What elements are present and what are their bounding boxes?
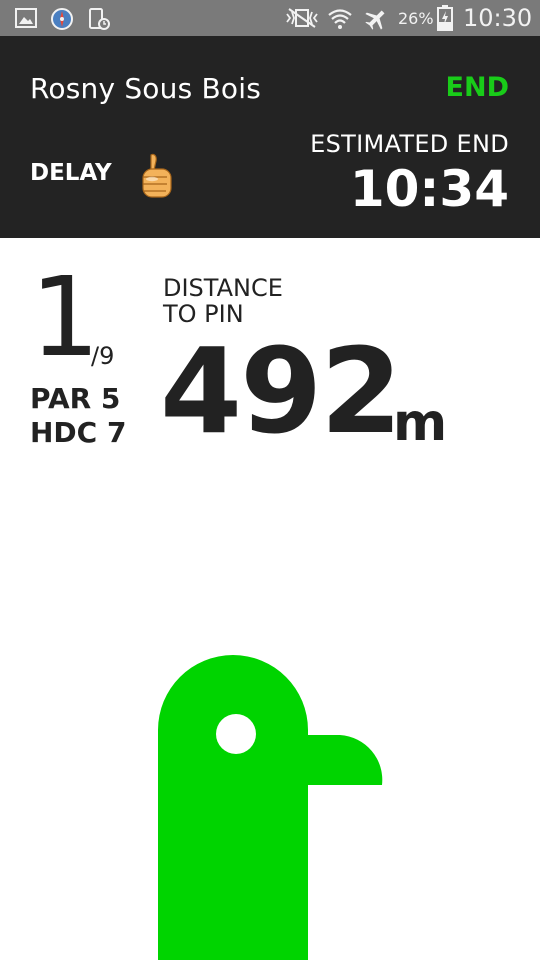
hole-number: 1	[30, 253, 100, 381]
course-name: Rosny Sous Bois	[30, 72, 261, 105]
airplane-icon	[365, 10, 385, 30]
hole-total: /9	[91, 342, 115, 370]
round-header: Rosny Sous Bois END DELAY ESTIMATED END …	[0, 36, 540, 238]
wifi-icon	[328, 9, 352, 29]
estimated-end-label: ESTIMATED END	[310, 130, 509, 158]
handicap-value: HDC 7	[30, 416, 127, 449]
delay-label: DELAY	[30, 160, 112, 186]
estimated-end-time: 10:34	[349, 160, 509, 218]
distance-value: 492	[160, 322, 402, 460]
status-time: 10:30	[463, 4, 533, 32]
battery-charging-icon	[437, 5, 453, 31]
pin-bird-icon	[158, 655, 383, 960]
status-bar: 26% 10:30	[0, 0, 540, 36]
thumbs-up-icon	[142, 153, 172, 198]
distance-label: DISTANCE TO PIN	[163, 274, 363, 327]
battery-percent: 26%	[398, 9, 434, 28]
distance-label-line1: DISTANCE	[163, 274, 283, 302]
phone-clock-icon	[89, 8, 110, 30]
par-value: PAR 5	[30, 382, 121, 415]
compass-icon	[51, 8, 73, 30]
vibrate-icon	[286, 8, 318, 28]
gallery-icon	[15, 8, 37, 28]
distance-unit: m	[393, 393, 448, 453]
end-button[interactable]: END	[446, 72, 509, 103]
